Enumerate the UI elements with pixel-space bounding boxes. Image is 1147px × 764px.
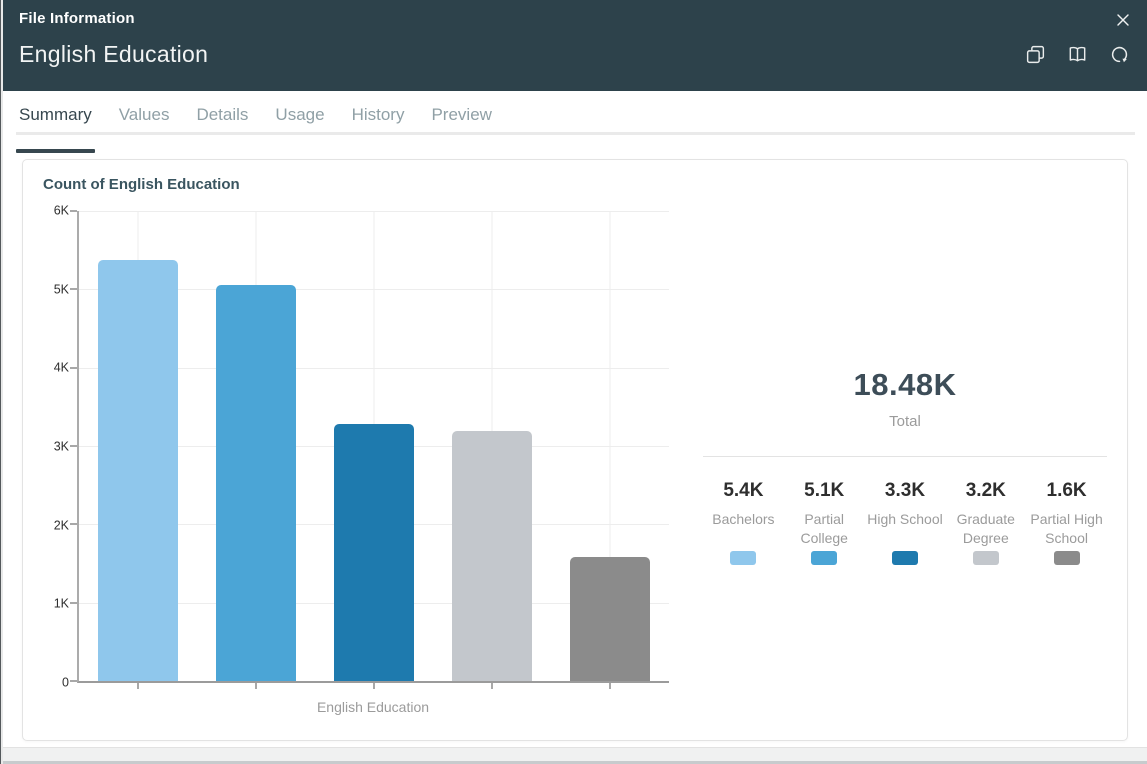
entity-title: English Education [19, 41, 208, 68]
header-actions [1023, 42, 1132, 67]
x-axis-tick [491, 683, 493, 689]
tab-history[interactable]: History [352, 104, 405, 139]
legend-label: Bachelors [712, 510, 774, 550]
legend-label: Graduate Degree [945, 510, 1026, 550]
window-edge-light [1, 0, 3, 764]
y-axis-tick-label: 6K [54, 203, 69, 217]
legend-swatch-bachelors [730, 551, 756, 565]
legend-item-bachelors: 5.4K Bachelors [703, 480, 784, 565]
bar-graduate-degree[interactable] [452, 431, 532, 681]
tab-values[interactable]: Values [119, 104, 170, 139]
card-body: 01K2K3K4K5K6K English Education 18.48K T… [43, 211, 1107, 715]
legend-label: High School [867, 510, 943, 550]
y-axis-tick-label: 4K [54, 361, 69, 375]
y-axis-tick-label: 3K [54, 439, 69, 453]
legend-item-partial-high-school: 1.6K Partial High School [1026, 480, 1107, 565]
y-axis-tick [70, 210, 77, 212]
tab-summary[interactable]: Summary [19, 104, 92, 139]
legend-item-high-school: 3.3K High School [865, 480, 946, 565]
legend-value: 3.3K [885, 480, 925, 502]
plot-area [77, 211, 669, 683]
book-icon [1066, 43, 1089, 66]
legend-swatch-graduate-degree [973, 551, 999, 565]
total-value: 18.48K [703, 367, 1107, 403]
tab-bar: Summary Values Details Usage History Pre… [3, 91, 1147, 139]
legend-item-partial-college: 5.1K Partial College [784, 480, 865, 565]
legend-swatch-partial-high-school [1054, 551, 1080, 565]
bar-bachelors[interactable] [98, 260, 178, 681]
file-information-dialog: File Information English Education [3, 0, 1147, 741]
y-axis-tick-label: 0 [62, 675, 69, 689]
chart-title: Count of English Education [43, 176, 1107, 193]
entity-title-row: English Education [3, 28, 1147, 80]
y-axis-tick-label: 1K [54, 597, 69, 611]
legend: 5.4K Bachelors 5.1K Partial College 3.3K High… [703, 480, 1107, 565]
y-axis-tick [70, 680, 77, 682]
y-axis-tick [70, 523, 77, 525]
x-axis-tick [137, 683, 139, 689]
bar-high-school[interactable] [334, 424, 414, 681]
stats-panel: 18.48K Total 5.4K Bachelors 5.1K Partial Co… [683, 211, 1107, 715]
glossary-button[interactable] [1065, 42, 1090, 67]
y-axis-tick [70, 602, 77, 604]
legend-swatch-high-school [892, 551, 918, 565]
y-axis-tick [70, 367, 77, 369]
tab-usage[interactable]: Usage [275, 104, 324, 139]
y-axis-tick [70, 288, 77, 290]
y-axis-tick-label: 2K [54, 518, 69, 532]
tab-preview[interactable]: Preview [431, 104, 491, 139]
refresh-icon [1108, 43, 1131, 66]
total-label: Total [703, 413, 1107, 430]
refresh-button[interactable] [1107, 42, 1132, 67]
y-axis: 01K2K3K4K5K6K [43, 211, 77, 683]
close-icon [1113, 10, 1133, 30]
x-axis-tick [609, 683, 611, 689]
y-axis-tick-label: 5K [54, 282, 69, 296]
stats-divider [703, 456, 1107, 457]
bar-partial-high-school[interactable] [570, 557, 650, 681]
y-axis-tick [70, 445, 77, 447]
bar-partial-college[interactable] [216, 285, 296, 681]
legend-label: Partial College [784, 510, 865, 550]
legend-swatch-partial-college [811, 551, 837, 565]
dialog-title-row: File Information [3, 0, 1147, 28]
summary-card: Count of English Education 0 1K 2K 3K 4K 5K 6K… [22, 159, 1128, 741]
legend-value: 5.4K [723, 480, 763, 502]
close-button[interactable] [1110, 7, 1136, 33]
duplicate-button[interactable] [1023, 42, 1048, 67]
legend-value: 3.2K [966, 480, 1006, 502]
legend-value: 1.6K [1047, 480, 1087, 502]
dialog-title: File Information [19, 10, 135, 27]
x-axis-tick [373, 683, 375, 689]
dialog-header: File Information English Education [3, 0, 1147, 91]
bar-chart: 01K2K3K4K5K6K English Education [43, 211, 683, 715]
summary-tab-content: Count of English Education 0 1K 2K 3K 4K 5K 6K… [3, 159, 1147, 741]
x-axis-title: English Education [77, 699, 669, 715]
duplicate-icon [1024, 43, 1047, 66]
legend-item-graduate-degree: 3.2K Graduate Degree [945, 480, 1026, 565]
tab-details[interactable]: Details [196, 104, 248, 139]
x-axis-tick [255, 683, 257, 689]
window-bottom-edge [0, 747, 1147, 764]
legend-value: 5.1K [804, 480, 844, 502]
legend-label: Partial High School [1026, 510, 1107, 550]
plot-row: 01K2K3K4K5K6K [43, 211, 683, 683]
